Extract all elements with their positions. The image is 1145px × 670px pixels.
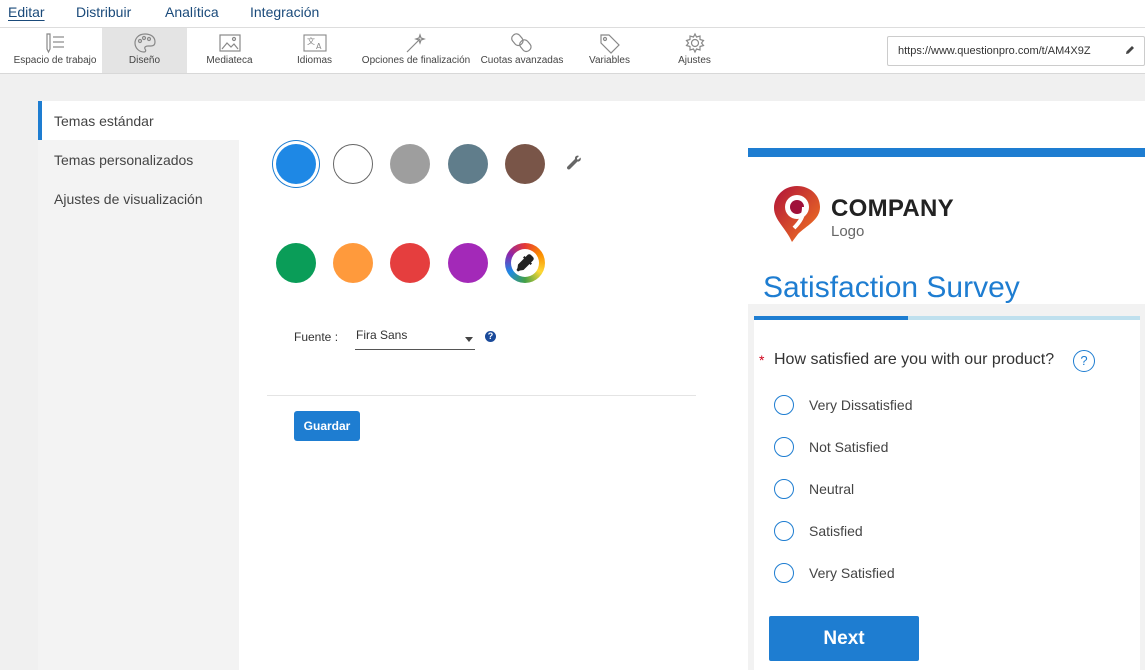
image-icon [218, 34, 241, 52]
theme-swatch[interactable] [276, 144, 316, 184]
theme-swatch[interactable] [390, 144, 430, 184]
svg-text:文: 文 [307, 36, 315, 46]
toolbar-item-media[interactable]: Mediateca [187, 28, 272, 73]
pencil-icon[interactable] [1124, 44, 1136, 56]
tab-editar[interactable]: Editar [8, 4, 45, 20]
option-label: Very Satisfied [809, 565, 895, 581]
toolbar-item-workspace[interactable]: Espacio de trabajo [8, 28, 102, 73]
radio-button[interactable] [774, 437, 794, 457]
required-mark: * [759, 352, 765, 368]
theme-swatch[interactable] [333, 243, 373, 283]
theme-swatch[interactable] [333, 144, 373, 184]
toolbar-item-settings[interactable]: Ajustes [652, 28, 737, 73]
question-help-icon[interactable]: ? [1073, 350, 1095, 372]
survey-preview: COMPANY Logo Satisfaction Survey * How s… [748, 148, 1145, 670]
translate-icon: 文A [302, 34, 327, 52]
progress-fill [754, 316, 909, 320]
option-label: Neutral [809, 481, 855, 497]
option-label: Satisfied [809, 523, 863, 539]
toolbar-label: Espacio de trabajo [13, 55, 97, 66]
chevron-down-icon [465, 337, 473, 342]
gear-icon [684, 32, 705, 54]
palette-icon [133, 33, 156, 53]
toolbar-item-design[interactable]: Diseño [102, 28, 187, 73]
wrench-icon[interactable] [565, 154, 583, 172]
preview-accent-bar [748, 148, 1145, 157]
theme-swatch[interactable] [505, 144, 545, 184]
tab-analitica[interactable]: Analítica [165, 4, 219, 20]
radio-button[interactable] [774, 563, 794, 583]
toolbar-label: Opciones de finalización [361, 55, 471, 66]
sidebar-item-display-settings[interactable]: Ajustes de visualización [38, 179, 239, 218]
question-text: How satisfied are you with our product? [774, 351, 1055, 368]
svg-text:A: A [316, 42, 322, 51]
tab-distribuir[interactable]: Distribuir [76, 4, 131, 20]
toolbar-label: Variables [589, 55, 630, 66]
theme-swatch[interactable] [448, 243, 488, 283]
question-card: * How satisfied are you with our product… [754, 316, 1140, 670]
toolbar-label: Ajustes [678, 55, 711, 66]
option-label: Not Satisfied [809, 439, 889, 455]
divider [267, 395, 696, 396]
theme-swatch[interactable] [390, 243, 430, 283]
toolbar-item-variables[interactable]: Variables [567, 28, 652, 73]
toolbar: Espacio de trabajo Diseño Mediateca 文A I… [0, 28, 1145, 74]
toolbar-item-quotas[interactable]: Cuotas avanzadas [477, 28, 567, 73]
theme-swatch[interactable] [276, 243, 316, 283]
sidebar-item-label: Ajustes de visualización [54, 191, 203, 207]
font-label: Fuente : [294, 330, 339, 344]
tab-integracion[interactable]: Integración [250, 4, 319, 20]
survey-url-field[interactable]: https://www.questionpro.com/t/AM4X9Z [887, 36, 1145, 66]
radio-button[interactable] [774, 395, 794, 415]
next-button[interactable]: Next [769, 616, 919, 661]
toolbar-label: Mediateca [206, 55, 253, 66]
font-select-value: Fira Sans [356, 328, 408, 342]
preview-header: COMPANY Logo Satisfaction Survey [748, 157, 1145, 304]
radio-button[interactable] [774, 479, 794, 499]
link-icon [511, 33, 532, 53]
top-nav: Editar Distribuir Analítica Integración [0, 0, 1145, 28]
theme-swatch[interactable] [448, 144, 488, 184]
toolbar-label: Idiomas [296, 55, 332, 66]
help-icon[interactable]: ? [485, 331, 496, 342]
sidebar-item-label: Temas personalizados [54, 152, 194, 168]
radio-button[interactable] [774, 521, 794, 541]
save-button[interactable]: Guardar [294, 411, 360, 441]
option-label: Very Dissatisfied [809, 397, 913, 413]
tag-icon [599, 34, 620, 54]
magic-wand-icon [406, 33, 426, 53]
custom-color-picker[interactable] [505, 243, 545, 283]
eyedropper-icon [516, 254, 534, 272]
logo-company-text: COMPANY [831, 195, 954, 222]
toolbar-item-end-options[interactable]: Opciones de finalización [357, 28, 475, 73]
survey-title: Satisfaction Survey [763, 271, 1020, 304]
font-select[interactable]: Fira Sans [355, 328, 475, 350]
toolbar-label: Diseño [128, 55, 161, 66]
design-panel: Temas estándar Temas personalizados Ajus… [38, 101, 1145, 670]
workspace-icon [46, 33, 64, 54]
survey-url-text: https://www.questionpro.com/t/AM4X9Z [898, 45, 1091, 57]
sidebar-item-label: Temas estándar [54, 113, 154, 129]
company-logo-icon [774, 186, 820, 242]
sidebar: Temas estándar Temas personalizados Ajus… [38, 101, 239, 670]
logo-sub-text: Logo [831, 223, 865, 240]
toolbar-item-languages[interactable]: 文A Idiomas [272, 28, 357, 73]
progress-bar [754, 316, 1140, 320]
sidebar-item-standard-themes[interactable]: Temas estándar [38, 101, 239, 140]
toolbar-label: Cuotas avanzadas [480, 55, 564, 66]
sidebar-item-custom-themes[interactable]: Temas personalizados [38, 140, 239, 179]
